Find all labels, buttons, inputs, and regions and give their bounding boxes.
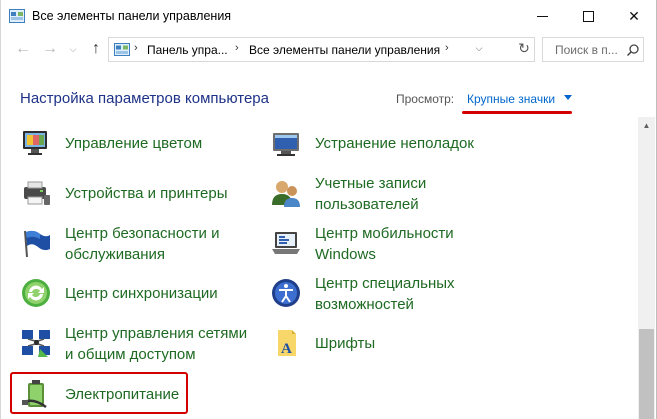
breadcrumb-separator-icon[interactable]: › bbox=[134, 42, 138, 54]
close-button[interactable]: ✕ bbox=[611, 0, 657, 32]
up-arrow-icon[interactable]: ↑ bbox=[86, 39, 106, 59]
window-title: Все элементы панели управления bbox=[32, 9, 232, 23]
breadcrumb-all-items[interactable]: Все элементы панели управления bbox=[249, 43, 440, 57]
color-management-icon bbox=[23, 131, 47, 155]
item-accessibility-center[interactable]: Центр специальных возможностей bbox=[270, 273, 510, 313]
search-input[interactable]: Поиск в п... bbox=[542, 37, 644, 62]
page-title: Настройка параметров компьютера bbox=[20, 90, 269, 107]
item-security-maintenance[interactable]: Центр безопасности и обслуживания bbox=[20, 223, 250, 263]
item-fonts[interactable]: A Шрифты bbox=[270, 323, 510, 363]
annotation-highlight-box bbox=[10, 372, 188, 414]
breadcrumb-separator-icon[interactable]: › bbox=[445, 42, 449, 54]
scrollbar-thumb[interactable] bbox=[639, 329, 654, 419]
item-devices-printers[interactable]: Устройства и принтеры bbox=[20, 173, 250, 213]
minimize-icon bbox=[536, 15, 548, 17]
address-dropdown-chevron-icon[interactable]: ⌵ bbox=[470, 36, 488, 61]
breadcrumb-separator-icon[interactable]: › bbox=[235, 42, 239, 54]
item-troubleshooting[interactable]: Устранение неполадок bbox=[270, 123, 510, 163]
control-panel-icon bbox=[9, 9, 25, 23]
accessibility-icon bbox=[272, 279, 300, 307]
item-label[interactable]: Центр безопасности и обслуживания bbox=[65, 223, 219, 265]
security-flag-icon bbox=[24, 230, 50, 258]
item-label[interactable]: Шрифты bbox=[315, 333, 375, 354]
title-bar[interactable]: Все элементы панели управления ✕ bbox=[1, 0, 656, 33]
item-mobility-center[interactable]: Центр мобильности Windows bbox=[270, 223, 510, 263]
view-dropdown-arrow-icon[interactable] bbox=[564, 95, 572, 100]
item-label[interactable]: Центр специальных возможностей bbox=[315, 273, 455, 315]
network-center-icon bbox=[22, 330, 50, 357]
troubleshooting-icon bbox=[273, 133, 299, 156]
item-label[interactable]: Устранение неполадок bbox=[315, 133, 474, 154]
view-by-dropdown[interactable]: Крупные значки bbox=[467, 92, 555, 106]
fonts-icon: A bbox=[278, 330, 296, 357]
refresh-icon[interactable]: ↻ bbox=[514, 37, 534, 60]
mobility-center-icon bbox=[272, 232, 300, 254]
forward-arrow-icon[interactable]: → bbox=[40, 39, 60, 59]
devices-printers-icon bbox=[24, 181, 50, 205]
user-accounts-icon bbox=[272, 181, 300, 207]
sync-center-icon bbox=[22, 279, 50, 307]
item-label[interactable]: Центр синхронизации bbox=[65, 283, 218, 304]
item-label[interactable]: Учетные записи пользователей bbox=[315, 173, 426, 215]
search-icon[interactable] bbox=[626, 43, 640, 57]
back-arrow-icon[interactable]: ← bbox=[13, 39, 33, 59]
control-panel-window: Все элементы панели управления ✕ ← → ⌵ ↑… bbox=[0, 0, 657, 419]
navigation-row: ← → ⌵ ↑ › Панель упра... › Все элементы … bbox=[1, 33, 656, 65]
item-color-management[interactable]: Управление цветом bbox=[20, 123, 250, 163]
item-label[interactable]: Центр управления сетями и общим доступом bbox=[65, 323, 247, 365]
item-label[interactable]: Центр мобильности Windows bbox=[315, 223, 454, 265]
breadcrumb-control-panel[interactable]: Панель упра... bbox=[147, 43, 228, 57]
item-user-accounts[interactable]: Учетные записи пользователей bbox=[270, 173, 510, 213]
item-label[interactable]: Устройства и принтеры bbox=[65, 183, 227, 204]
close-icon: ✕ bbox=[628, 7, 640, 24]
item-sync-center[interactable]: Центр синхронизации bbox=[20, 273, 250, 313]
item-network-sharing-center[interactable]: Центр управления сетями и общим доступом bbox=[20, 323, 260, 363]
minimize-button[interactable] bbox=[519, 0, 565, 32]
vertical-scrollbar[interactable]: ▲ bbox=[638, 117, 655, 419]
scroll-up-icon[interactable]: ▲ bbox=[638, 117, 655, 134]
maximize-button[interactable] bbox=[565, 0, 611, 32]
item-label[interactable]: Управление цветом bbox=[65, 133, 202, 154]
control-panel-icon bbox=[114, 43, 130, 56]
annotation-underline bbox=[462, 111, 572, 114]
maximize-icon bbox=[582, 10, 594, 22]
search-placeholder: Поиск в п... bbox=[555, 43, 618, 57]
view-by-label: Просмотр: bbox=[396, 92, 455, 106]
recent-locations-chevron-icon[interactable]: ⌵ bbox=[63, 39, 83, 59]
svg-text:A: A bbox=[281, 341, 292, 357]
